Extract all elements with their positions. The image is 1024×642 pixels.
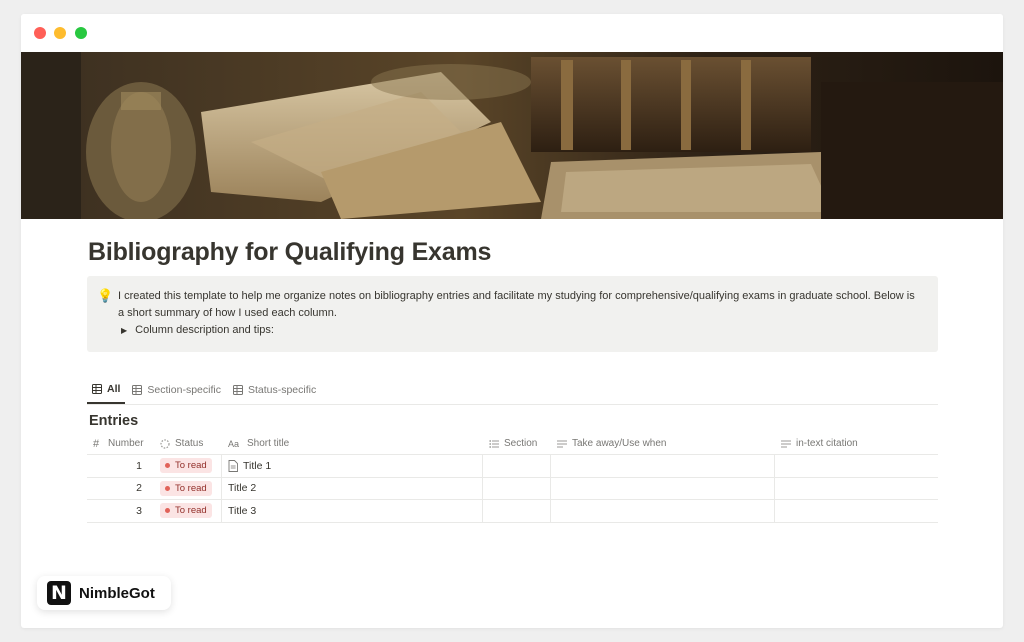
column-label: in-text citation: [796, 438, 858, 449]
table-icon: [92, 384, 102, 394]
brand-badge: N NimbleGot: [37, 576, 171, 610]
toggle-label: Column description and tips:: [135, 324, 274, 336]
cover-image: [21, 52, 1003, 219]
column-label: Take away/Use when: [572, 438, 667, 449]
status-dot-icon: [165, 485, 170, 491]
cell-in-text-citation[interactable]: [775, 500, 938, 522]
page-title[interactable]: Bibliography for Qualifying Exams: [88, 238, 491, 267]
callout-block[interactable]: 💡 I created this template to help me org…: [87, 276, 938, 352]
cell-status[interactable]: To read: [154, 477, 222, 499]
cell-short-title[interactable]: Title 2: [222, 477, 483, 499]
column-label: Status: [175, 438, 204, 449]
cell-take-away[interactable]: [551, 455, 775, 477]
lightbulb-icon[interactable]: 💡: [97, 288, 113, 304]
cell-status[interactable]: To read: [154, 455, 222, 477]
status-label: To read: [175, 482, 207, 494]
cell-section[interactable]: [483, 455, 551, 477]
table-row[interactable]: 2 To read Title 2: [87, 477, 938, 500]
app-window: Bibliography for Qualifying Exams 💡 I cr…: [21, 14, 1003, 628]
cell-section[interactable]: [483, 500, 551, 522]
column-header-short-title[interactable]: Aa Short title: [222, 433, 483, 454]
status-badge[interactable]: To read: [160, 480, 212, 496]
status-badge[interactable]: To read: [160, 458, 212, 474]
close-window-button[interactable]: [34, 27, 46, 39]
page-icon: [228, 459, 238, 472]
column-header-in-text-citation[interactable]: in-text citation: [775, 433, 938, 454]
tab-label: Section-specific: [147, 384, 221, 396]
text-aa-icon: Aa: [228, 438, 240, 449]
minimize-window-button[interactable]: [54, 27, 66, 39]
cell-number[interactable]: 3: [87, 500, 154, 522]
view-tabs: All Section-specific Status-specific: [87, 382, 938, 405]
title-bar: [21, 14, 1003, 52]
column-description-toggle[interactable]: ▶ Column description and tips:: [121, 324, 274, 336]
status-label: To read: [175, 505, 207, 517]
status-dot-icon: [165, 508, 170, 514]
cell-in-text-citation[interactable]: [775, 455, 938, 477]
table-row[interactable]: 1 To read Title 1: [87, 455, 938, 478]
table-header: # Number Status Aa Short title Section T…: [87, 433, 938, 455]
table-icon: [232, 385, 243, 395]
text-lines-icon: [557, 440, 567, 447]
brand-logo-icon: N: [47, 581, 71, 605]
status-icon: [160, 438, 170, 449]
status-label: To read: [175, 460, 207, 472]
cell-take-away[interactable]: [551, 500, 775, 522]
maximize-window-button[interactable]: [75, 27, 87, 39]
column-label: Number: [108, 438, 144, 449]
column-label: Short title: [247, 438, 290, 449]
column-header-status[interactable]: Status: [154, 433, 222, 454]
tab-all[interactable]: All: [87, 382, 126, 404]
callout-text[interactable]: I created this template to help me organ…: [118, 288, 923, 321]
cell-short-title[interactable]: Title 3: [222, 500, 483, 522]
cell-status[interactable]: To read: [154, 500, 222, 522]
tab-label: Status-specific: [247, 384, 317, 396]
cell-in-text-citation[interactable]: [775, 478, 938, 500]
status-badge[interactable]: To read: [160, 503, 212, 519]
title-text: Title 1: [243, 459, 272, 472]
title-text: Title 2: [228, 482, 257, 495]
status-dot-icon: [165, 463, 170, 469]
column-header-take-away[interactable]: Take away/Use when: [551, 433, 775, 454]
tab-status-specific[interactable]: Status-specific: [228, 382, 321, 404]
table-row[interactable]: 3 To read Title 3: [87, 500, 938, 523]
cell-number[interactable]: 2: [87, 478, 154, 500]
list-icon: [489, 439, 499, 448]
column-header-section[interactable]: Section: [483, 433, 551, 454]
hash-icon: #: [93, 437, 100, 450]
column-label: Section: [504, 438, 538, 449]
tab-section-specific[interactable]: Section-specific: [127, 382, 226, 404]
cell-number[interactable]: 1: [87, 455, 154, 477]
brand-name: NimbleGot: [79, 584, 155, 602]
text-lines-icon: [781, 440, 791, 447]
toggle-arrow-icon[interactable]: ▶: [121, 326, 127, 335]
cell-section[interactable]: [483, 477, 551, 499]
entries-table: # Number Status Aa Short title Section T…: [87, 433, 938, 523]
cell-take-away[interactable]: [551, 477, 775, 499]
database-title[interactable]: Entries: [89, 413, 138, 429]
tab-label: All: [107, 383, 121, 395]
title-text: Title 3: [228, 504, 257, 517]
column-header-number[interactable]: # Number: [87, 433, 154, 454]
cell-short-title[interactable]: Title 1: [222, 455, 483, 477]
table-icon: [132, 385, 143, 395]
